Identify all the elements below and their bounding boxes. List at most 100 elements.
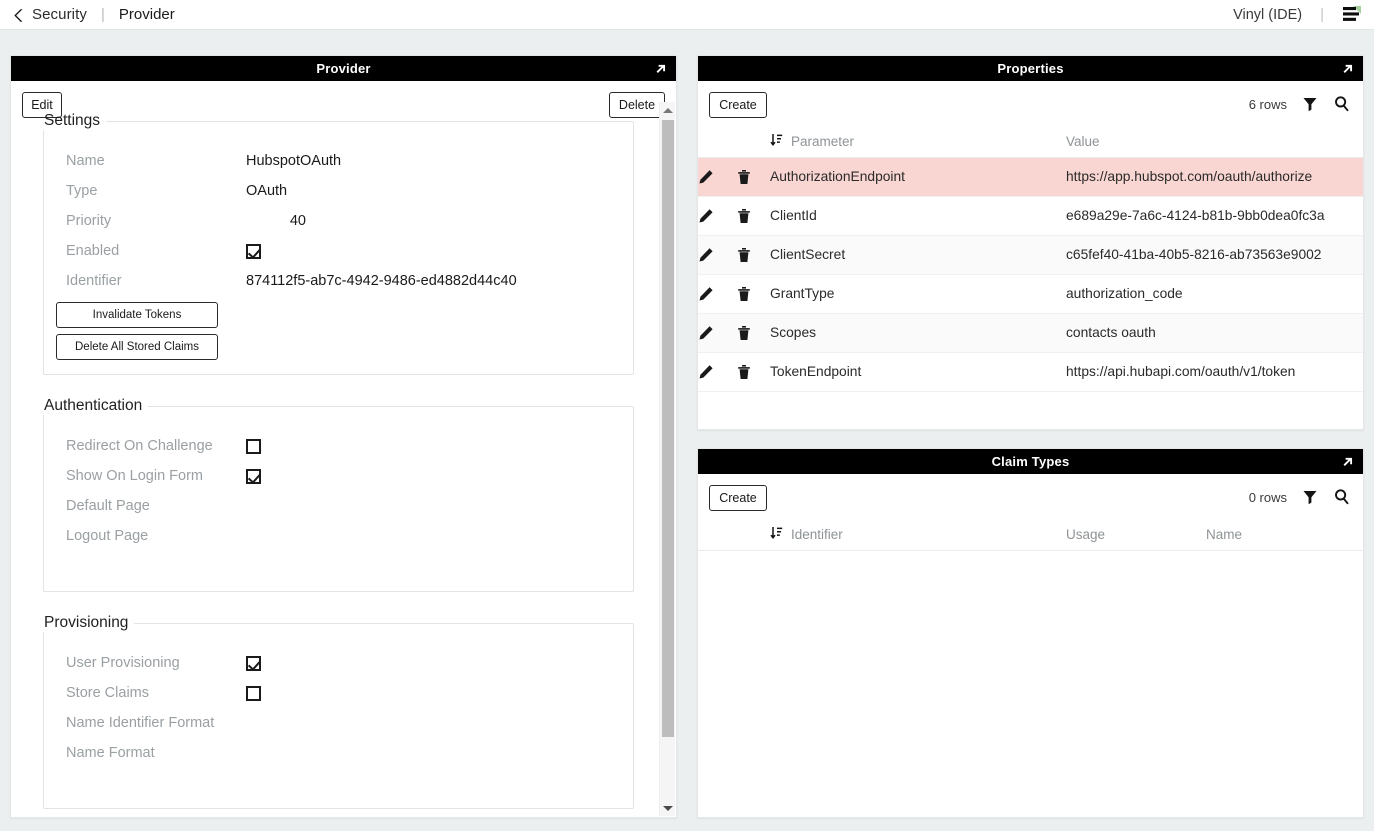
field-row-priority: Priority 40 — [44, 206, 633, 236]
document-stack-icon[interactable] — [1340, 5, 1362, 25]
pencil-edit-icon[interactable] — [698, 169, 714, 185]
search-magnifier-icon[interactable] — [1333, 488, 1351, 506]
claim-types-col-usage-label: Usage — [1066, 527, 1105, 542]
invalidate-tokens-button[interactable]: Invalidate Tokens — [56, 302, 218, 328]
row-actions — [698, 157, 770, 196]
sort-descending-icon[interactable] — [770, 526, 783, 543]
breadcrumb-current: Provider — [119, 6, 175, 23]
field-row-store-claims: Store Claims — [44, 678, 633, 708]
field-row-type: Type OAuth — [44, 176, 633, 206]
filter-funnel-icon[interactable] — [1301, 95, 1319, 113]
filter-funnel-icon[interactable] — [1301, 488, 1319, 506]
field-label-name-identifier-format: Name Identifier Format — [66, 715, 246, 731]
claim-types-col-name[interactable]: Name — [1206, 520, 1363, 550]
table-row[interactable]: GrantType authorization_code — [698, 274, 1363, 313]
delete-all-stored-claims-button[interactable]: Delete All Stored Claims — [56, 334, 218, 360]
scrollbar-thumb[interactable] — [662, 120, 674, 737]
scroll-up-arrow-icon[interactable] — [660, 102, 675, 118]
cell-parameter: TokenEndpoint — [770, 352, 1066, 391]
row-actions — [698, 196, 770, 235]
cell-value: authorization_code — [1066, 274, 1363, 313]
expand-arrow-icon[interactable] — [1340, 454, 1355, 469]
provider-vertical-scrollbar[interactable] — [659, 102, 675, 816]
provider-panel-header: Provider — [11, 56, 676, 81]
trash-delete-icon[interactable] — [736, 208, 752, 224]
back-chevron-icon[interactable] — [12, 8, 25, 23]
scroll-down-arrow-icon[interactable] — [660, 800, 675, 816]
claim-types-table: Identifier Usage Name — [698, 520, 1363, 780]
claim-types-rows-count: 0 rows — [1249, 490, 1287, 505]
field-label-type: Type — [66, 183, 246, 199]
search-magnifier-icon[interactable] — [1333, 95, 1351, 113]
properties-table: Parameter Value — [698, 127, 1363, 392]
field-label-show-on-login-form: Show On Login Form — [66, 468, 246, 484]
properties-panel-header: Properties — [698, 56, 1363, 81]
table-row[interactable]: ClientId e689a29e-7a6c-4124-b81b-9bb0dea… — [698, 196, 1363, 235]
show-on-login-form-checkbox[interactable] — [246, 469, 261, 484]
provider-panel: Provider Edit Delete Settings Name Hubsp… — [10, 55, 677, 818]
breadcrumb: Security | Provider — [0, 6, 175, 23]
table-row[interactable]: AuthorizationEndpoint https://app.hubspo… — [698, 157, 1363, 196]
claim-types-col-usage[interactable]: Usage — [1066, 520, 1206, 550]
field-row-name: Name HubspotOAuth — [44, 146, 633, 176]
pencil-edit-icon[interactable] — [698, 325, 714, 341]
claim-types-table-head: Identifier Usage Name — [698, 520, 1363, 550]
properties-header-row: Parameter Value — [698, 127, 1363, 157]
trash-delete-icon[interactable] — [736, 325, 752, 341]
table-row[interactable]: TokenEndpoint https://api.hubapi.com/oau… — [698, 352, 1363, 391]
sort-descending-icon[interactable] — [770, 133, 783, 150]
field-row-identifier: Identifier 874112f5-ab7c-4942-9486-ed488… — [44, 266, 633, 296]
pencil-edit-icon[interactable] — [698, 247, 714, 263]
breadcrumb-parent-link[interactable]: Security — [32, 6, 87, 23]
properties-create-button[interactable]: Create — [709, 92, 767, 118]
provider-panel-title: Provider — [316, 61, 370, 76]
expand-arrow-icon[interactable] — [1340, 61, 1355, 76]
pencil-edit-icon[interactable] — [698, 208, 714, 224]
cell-value: https://app.hubspot.com/oauth/authorize — [1066, 157, 1363, 196]
field-label-redirect-on-challenge: Redirect On Challenge — [66, 438, 246, 454]
field-value-priority: 40 — [246, 213, 306, 229]
settings-group: Settings Name HubspotOAuth Type OAuth Pr… — [43, 112, 634, 375]
field-label-identifier: Identifier — [66, 273, 246, 289]
trash-delete-icon[interactable] — [736, 247, 752, 263]
trash-delete-icon[interactable] — [736, 286, 752, 302]
field-label-name-format: Name Format — [66, 745, 246, 761]
field-value-type: OAuth — [246, 183, 287, 199]
cell-value: https://api.hubapi.com/oauth/v1/token — [1066, 352, 1363, 391]
field-row-name-format: Name Format — [44, 738, 633, 768]
user-provisioning-checkbox[interactable] — [246, 656, 261, 671]
expand-arrow-icon[interactable] — [653, 61, 668, 76]
claim-types-create-button[interactable]: Create — [709, 485, 767, 511]
properties-col-value-label: Value — [1066, 134, 1100, 149]
table-row[interactable]: ClientSecret c65fef40-41ba-40b5-8216-ab7… — [698, 235, 1363, 274]
trash-delete-icon[interactable] — [736, 169, 752, 185]
trash-delete-icon[interactable] — [736, 364, 752, 380]
settings-legend: Settings — [42, 112, 106, 130]
properties-col-value[interactable]: Value — [1066, 127, 1363, 157]
cell-parameter: GrantType — [770, 274, 1066, 313]
authentication-group: Authentication Redirect On Challenge Sho… — [43, 397, 634, 592]
pencil-edit-icon[interactable] — [698, 286, 714, 302]
field-label-user-provisioning: User Provisioning — [66, 655, 246, 671]
field-row-redirect-on-challenge: Redirect On Challenge — [44, 431, 633, 461]
cell-parameter: Scopes — [770, 313, 1066, 352]
cell-parameter: AuthorizationEndpoint — [770, 157, 1066, 196]
claim-types-header-row: Identifier Usage Name — [698, 520, 1363, 550]
breadcrumb-separator: | — [101, 6, 105, 23]
pencil-edit-icon[interactable] — [698, 364, 714, 380]
properties-table-head: Parameter Value — [698, 127, 1363, 157]
row-actions — [698, 352, 770, 391]
field-label-name: Name — [66, 153, 246, 169]
redirect-on-challenge-checkbox[interactable] — [246, 439, 261, 454]
row-actions — [698, 313, 770, 352]
store-claims-checkbox[interactable] — [246, 686, 261, 701]
app-title: Vinyl (IDE) — [1233, 7, 1302, 23]
field-label-priority: Priority — [66, 213, 246, 229]
properties-col-parameter[interactable]: Parameter — [770, 127, 1066, 157]
field-label-default-page: Default Page — [66, 498, 246, 514]
enabled-checkbox[interactable] — [246, 244, 261, 259]
table-row[interactable]: Scopes contacts oauth — [698, 313, 1363, 352]
claim-types-col-identifier[interactable]: Identifier — [770, 520, 1066, 550]
field-value-name: HubspotOAuth — [246, 153, 341, 169]
cell-parameter: ClientSecret — [770, 235, 1066, 274]
